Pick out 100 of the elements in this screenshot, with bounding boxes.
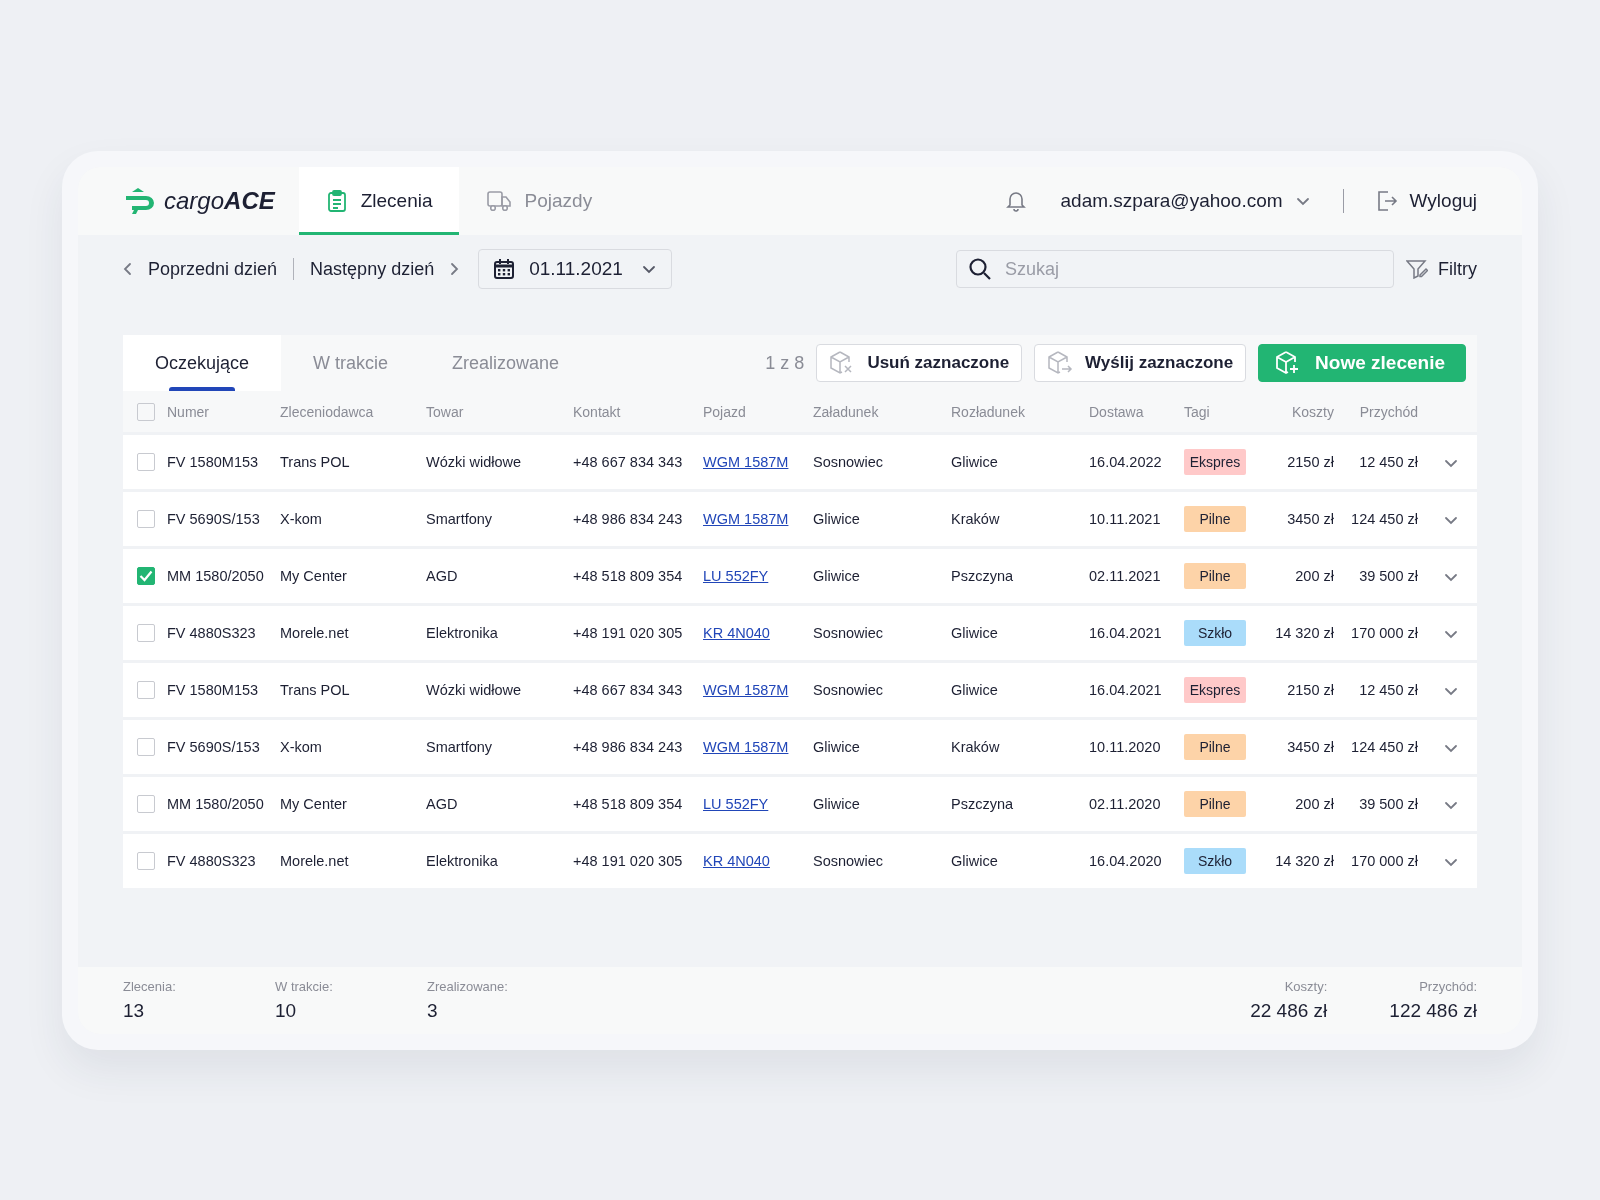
column-header: Załadunek [813,403,879,420]
checkbox[interactable] [137,624,155,643]
table-cell: +48 667 834 343 [573,682,683,698]
table-cell: 16.04.2020 [1089,853,1162,869]
tag-label: Pilne [1184,791,1246,817]
tag-label: Pilne [1184,563,1246,589]
vehicle-link[interactable]: WGM 1587M [703,739,789,755]
checkbox[interactable] [137,681,155,700]
delete-selected-button[interactable]: Usuń zaznaczone [816,344,1023,382]
column-header: Rozładunek [951,403,1025,420]
summary-value: 22 486 zł [1250,1000,1328,1022]
vehicle-link[interactable]: KR 4N040 [703,853,770,869]
table-cell: Gliwice [951,625,998,641]
summary-label: W trakcie: [275,979,334,994]
column-header: Koszty [1292,403,1334,420]
column-header: Kontakt [573,403,621,420]
previous-day-link[interactable]: Poprzedni dzień [120,258,278,280]
table-cell: +48 518 809 354 [573,568,683,584]
table-cell: Sosnowiec [813,682,884,698]
summary-label: Koszty: [1284,979,1328,994]
summary-label: Przychód: [1419,979,1477,994]
table-cell: Morele.net [280,625,349,641]
table-cell: Sosnowiec [813,454,884,470]
column-header: Zleceniodawca [280,403,374,420]
date-picker[interactable]: 01.11.2021 [478,249,673,289]
checkbox[interactable] [137,852,155,871]
checkbox[interactable] [137,567,155,586]
next-day-link[interactable]: Następny dzień [310,258,463,280]
selection-count: 1 z 8 [765,352,805,374]
table-cell: Gliwice [813,568,860,584]
table-cell: Trans POL [280,682,350,698]
checkbox[interactable] [137,510,155,529]
tag-label: Szkło [1184,848,1246,874]
table-cell: X-kom [280,511,322,527]
table-cell: Wózki widłowe [426,454,522,470]
box-send-icon [1047,351,1074,375]
checkbox[interactable] [137,453,155,472]
filter-icon [1406,259,1428,279]
checkbox[interactable] [137,402,155,421]
nav-tab[interactable]: Zlecenia [298,167,459,235]
table-cell: 200 zł [1295,568,1334,584]
table-cell: 16.04.2021 [1089,625,1162,641]
table-cell: Trans POL [280,454,350,470]
table-cell: +48 191 020 305 [573,625,683,641]
search-field[interactable]: Szukaj [956,250,1394,288]
table-cell: 16.04.2021 [1089,682,1162,698]
table-cell: Smartfony [426,511,493,527]
summary-label: Zlecenia: [123,979,177,994]
table-cell: 02.11.2020 [1089,796,1161,812]
logout-icon [1375,190,1398,212]
vehicle-link[interactable]: WGM 1587M [703,454,789,470]
table-cell: Sosnowiec [813,625,884,641]
table-cell: 14 320 zł [1275,625,1334,641]
table-cell: Gliwice [813,739,860,755]
tag-label: Ekspres [1184,677,1246,703]
table-cell: Pszczyna [951,568,1014,584]
vehicle-link[interactable]: LU 552FY [703,796,769,812]
logout-link[interactable]: Wyloguj [1375,190,1477,212]
table-cell: My Center [280,796,347,812]
table-cell: AGD [426,568,458,584]
summary-label: Zrealizowane: [427,979,509,994]
column-header: Pojazd [703,403,746,420]
table-cell: 39 500 zł [1359,796,1418,812]
table-cell: +48 986 834 243 [573,739,683,755]
vehicle-link[interactable]: KR 4N040 [703,625,770,641]
vehicle-link[interactable]: WGM 1587M [703,682,789,698]
table-cell: FV 4880S323 [167,625,256,641]
table-cell: 2150 zł [1287,454,1334,470]
vehicle-link[interactable]: LU 552FY [703,568,769,584]
summary-value: 10 [275,1000,298,1022]
table-cell: 10.11.2021 [1089,511,1161,527]
send-selected-button[interactable]: Wyślij zaznaczone [1034,344,1247,382]
filters-button[interactable]: Filtry [1406,258,1477,280]
table-cell: Gliwice [951,682,998,698]
table-cell: X-kom [280,739,322,755]
tag-label: Pilne [1184,506,1246,532]
summary-value: 13 [123,1000,146,1022]
table-cell: 10.11.2020 [1089,739,1161,755]
table-cell: 3450 zł [1287,739,1334,755]
bell-icon[interactable] [1004,190,1027,212]
checkbox[interactable] [137,738,155,757]
clipboard-icon [326,190,347,212]
checkbox[interactable] [137,795,155,814]
column-header: Przychód [1359,403,1418,420]
tag-label: Pilne [1184,734,1246,760]
user-email[interactable]: adam.szpara@yahoo.com [1060,190,1283,212]
table-cell: 39 500 zł [1359,568,1418,584]
search-icon [968,257,992,281]
status-tab[interactable]: Oczekujące [123,335,282,391]
table-cell: Sosnowiec [813,853,884,869]
table-cell: FV 1580M153 [167,454,259,470]
table-cell: MM 1580/2050 [167,796,264,812]
column-header: Numer [167,403,209,420]
calendar-icon [493,258,516,280]
table-cell: Wózki widłowe [426,682,522,698]
table-cell: +48 667 834 343 [573,454,683,470]
truck-icon [486,190,511,212]
table-cell: Smartfony [426,739,493,755]
table-cell: Gliwice [813,796,860,812]
vehicle-link[interactable]: WGM 1587M [703,511,789,527]
